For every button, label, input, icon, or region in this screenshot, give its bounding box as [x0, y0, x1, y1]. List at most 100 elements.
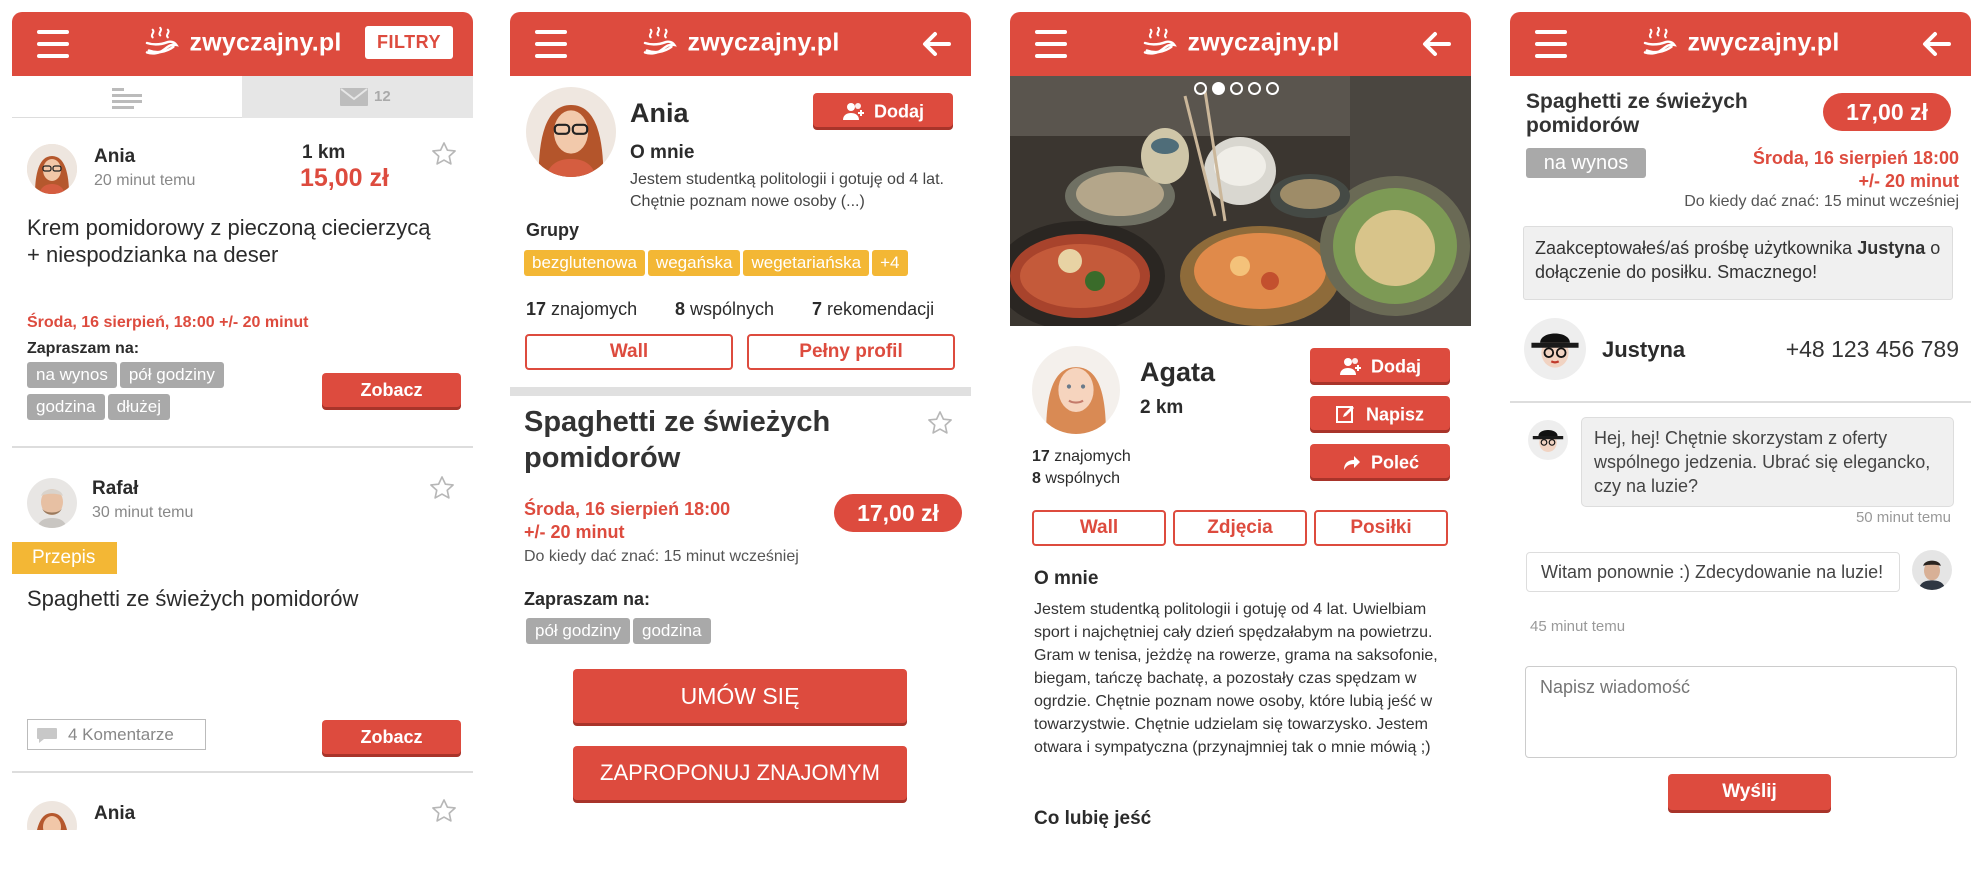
- filters-button[interactable]: FILTRY: [365, 26, 453, 59]
- notice-username: Justyna: [1857, 238, 1926, 258]
- full-profile-button[interactable]: Pełny profil: [747, 334, 955, 370]
- group-tag[interactable]: bezglutenowa: [524, 250, 645, 276]
- user-name[interactable]: Rafał: [92, 478, 138, 500]
- deadline: Do kiedy dać znać: 15 minut wcześniej: [1684, 193, 1959, 210]
- user-name[interactable]: Ania: [94, 146, 135, 168]
- app-header: zwyczajny.pl: [1010, 12, 1471, 76]
- group-tag[interactable]: wegetariańska: [743, 250, 870, 276]
- tab-photos[interactable]: Zdjęcia: [1173, 510, 1307, 546]
- wall-button[interactable]: Wall: [525, 334, 733, 370]
- logo-icon: [144, 26, 184, 60]
- stat-number: 17: [1032, 448, 1050, 465]
- avatar[interactable]: [526, 87, 616, 177]
- favorite-star-icon[interactable]: [926, 409, 954, 437]
- write-message-button[interactable]: Napisz: [1310, 396, 1450, 430]
- contact-name[interactable]: Justyna: [1602, 337, 1685, 363]
- edit-icon: [1335, 406, 1354, 424]
- tag: pół godziny: [526, 618, 631, 644]
- gallery-dot[interactable]: [1194, 82, 1207, 95]
- see-button[interactable]: Zobacz: [322, 720, 461, 754]
- app-header: zwyczajny.pl: [1510, 12, 1971, 76]
- app-header: zwyczajny.pl FILTRY: [12, 12, 473, 76]
- event-date: Środa, 16 sierpień 18:00 +/- 20 minut: [1753, 147, 1959, 193]
- app-header: zwyczajny.pl: [510, 12, 971, 76]
- feed-card[interactable]: Ania: [12, 773, 473, 830]
- group-tag[interactable]: wegańska: [647, 250, 741, 276]
- suggest-to-friends-button[interactable]: ZAPROPONUJ ZNAJOMYM: [573, 746, 907, 800]
- stat-number: 7: [812, 299, 823, 319]
- about-title: O mnie: [1034, 568, 1099, 589]
- user-name[interactable]: Ania: [94, 803, 135, 825]
- divider: [1510, 401, 1971, 403]
- gallery-dot[interactable]: [1248, 82, 1261, 95]
- envelope-icon: [340, 88, 368, 106]
- event-date: Środa, 16 sierpień 18:00 +/- 20 minut: [524, 498, 730, 544]
- see-button[interactable]: Zobacz: [322, 373, 461, 407]
- avatar[interactable]: [27, 478, 77, 528]
- gallery-dots[interactable]: [1194, 82, 1284, 100]
- feed-card[interactable]: Rafał 30 minut temu Przepis Spaghetti ze…: [12, 448, 473, 773]
- tag: dłużej: [107, 394, 170, 420]
- avatar[interactable]: [1032, 346, 1120, 434]
- gallery-dot[interactable]: [1212, 82, 1225, 95]
- logo[interactable]: zwyczajny.pl: [510, 26, 971, 60]
- tab-meals[interactable]: Posiłki: [1314, 510, 1448, 546]
- contact-phone[interactable]: +48 123 456 789: [1786, 336, 1959, 363]
- logo-text: zwyczajny.pl: [1687, 28, 1840, 57]
- add-button-label: Dodaj: [873, 101, 924, 122]
- photo-gallery[interactable]: [1010, 76, 1471, 326]
- duration-tags: pół godziny godzina: [526, 618, 714, 650]
- offer-detail-screen: zwyczajny.pl Ania Dodaj O mnie Jestem st…: [510, 12, 971, 830]
- message-avatar: [1528, 420, 1568, 460]
- contact-avatar[interactable]: [1524, 318, 1586, 380]
- logo-text: zwyczajny.pl: [687, 28, 840, 57]
- tab-wall[interactable]: Wall: [1032, 510, 1166, 546]
- share-arrow-icon: [1343, 456, 1360, 471]
- dish-title[interactable]: Spaghetti ze świeżych pomidorów: [27, 586, 358, 612]
- feed-card[interactable]: Ania 20 minut temu 1 km 15,00 zł Krem po…: [12, 118, 473, 448]
- logo[interactable]: zwyczajny.pl: [1010, 26, 1471, 60]
- gallery-dot[interactable]: [1230, 82, 1243, 95]
- send-button[interactable]: Wyślij: [1668, 774, 1831, 810]
- logo-icon: [642, 26, 682, 60]
- back-arrow-icon[interactable]: [1921, 30, 1951, 58]
- favorite-star-icon[interactable]: [428, 474, 456, 502]
- add-friend-button[interactable]: Dodaj: [1310, 348, 1450, 382]
- recipe-badge: Przepis: [12, 542, 117, 574]
- user-name[interactable]: Ania: [630, 98, 689, 129]
- user-photo: [1912, 550, 1952, 590]
- stat-label: wspólnych: [690, 299, 775, 319]
- feed-screen: zwyczajny.pl FILTRY 12 Ania 20 minut tem…: [12, 12, 473, 830]
- list-icon: [112, 88, 142, 109]
- logo-text: zwyczajny.pl: [189, 28, 342, 57]
- comments-button[interactable]: 4 Komentarze: [27, 719, 206, 750]
- favorite-star-icon[interactable]: [430, 140, 458, 168]
- group-tag[interactable]: +4: [872, 250, 908, 276]
- notice-text: Zaakceptowałeś/aś prośbę użytkownika: [1535, 238, 1853, 258]
- user-photo: [27, 801, 77, 830]
- arrange-meeting-button[interactable]: UMÓW SIĘ: [573, 669, 907, 723]
- stat-label: znajomych: [1054, 448, 1131, 465]
- add-button-label: Dodaj: [1370, 356, 1421, 377]
- recommend-button[interactable]: Poleć: [1310, 444, 1450, 478]
- received-message: Hej, hej! Chętnie skorzystam z oferty ws…: [1581, 417, 1954, 507]
- logo-text: zwyczajny.pl: [1187, 28, 1340, 57]
- user-photo: [27, 144, 77, 194]
- sent-message: Witam ponownie :) Zdecydowanie na luzie!: [1526, 552, 1900, 592]
- friends-count: 17 znajomych: [1032, 448, 1131, 466]
- favorite-star-icon[interactable]: [430, 797, 458, 825]
- back-arrow-icon[interactable]: [921, 30, 951, 58]
- logo[interactable]: zwyczajny.pl: [1510, 26, 1971, 60]
- avatar[interactable]: [27, 801, 77, 830]
- avatar[interactable]: [27, 144, 77, 194]
- tab-feed[interactable]: [12, 76, 242, 118]
- tab-messages[interactable]: 12: [242, 76, 473, 118]
- dish-title[interactable]: Krem pomidorowy z pieczoną ciecierzycą +…: [27, 214, 447, 268]
- takeaway-tag: na wynos: [1526, 148, 1646, 178]
- message-input[interactable]: [1525, 666, 1957, 758]
- add-user-icon: [1339, 356, 1363, 376]
- add-friend-button[interactable]: Dodaj: [813, 93, 953, 127]
- gallery-dot[interactable]: [1266, 82, 1279, 95]
- user-name[interactable]: Agata: [1140, 357, 1215, 388]
- back-arrow-icon[interactable]: [1421, 30, 1451, 58]
